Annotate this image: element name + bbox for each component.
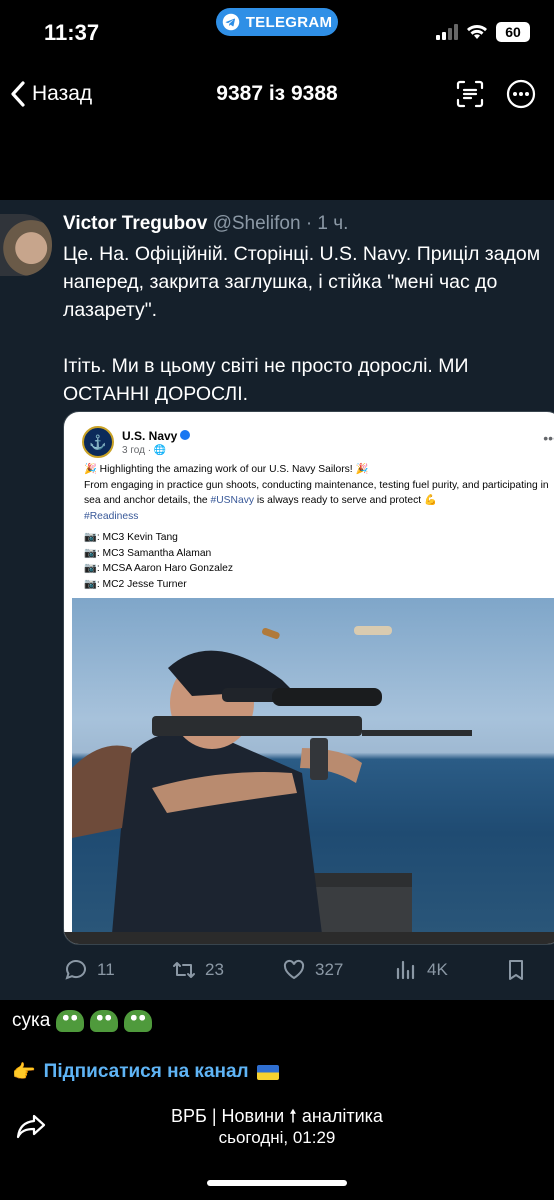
- fb-line: From engaging in practice gun shoots, co…: [84, 478, 554, 509]
- more-options-icon[interactable]: [505, 78, 537, 110]
- reply-button[interactable]: 11: [63, 957, 171, 983]
- bookmark-icon: [509, 960, 523, 980]
- tweet-age: 1 ч.: [317, 213, 349, 234]
- view-count: 4K: [427, 960, 448, 979]
- retweet-button[interactable]: 23: [171, 957, 281, 983]
- photo-illustration: [72, 626, 472, 934]
- media-viewer-header: Назад 9387 із 9388: [0, 62, 554, 128]
- status-time: 11:37: [44, 20, 100, 45]
- status-bar: 11:37 TELEGRAM 60: [0, 0, 554, 62]
- photo-strip: [64, 932, 554, 944]
- signal-icon: [436, 24, 458, 40]
- tweet-actions: 11 23 327 4K: [63, 952, 543, 988]
- text-recognition-icon[interactable]: [454, 78, 486, 110]
- photo-credit: 📷: MCSA Aaron Haro Gonzalez: [84, 563, 234, 574]
- like-count: 327: [315, 960, 344, 979]
- subscribe-link[interactable]: 👉 Підписатися на канал: [12, 1060, 279, 1084]
- frog-emoji-icon: [90, 1010, 119, 1032]
- fb-post-text: 🎉 Highlighting the amazing work of our U…: [84, 462, 554, 592]
- subscribe-label: Підписатися на канал: [43, 1061, 249, 1082]
- retweet-count: 23: [205, 960, 224, 979]
- media-footer: ВРБ | Новини 🠕 аналітика сьогодні, 01:29: [0, 1096, 554, 1176]
- author-handle: @Shelifon: [212, 213, 301, 234]
- frog-emoji-icon: [56, 1010, 85, 1032]
- tweet-author: Victor Tregubov @Shelifon · 1 ч.: [63, 213, 348, 235]
- post-date: сьогодні, 01:29: [218, 1128, 336, 1147]
- tweet-paragraph: Це. На. Офіційній. Сторінці. U.S. Navy. …: [63, 243, 541, 321]
- reply-count: 11: [97, 960, 115, 979]
- tweet-body: Це. На. Офіційній. Сторінці. U.S. Navy. …: [63, 240, 543, 436]
- home-indicator: [207, 1180, 347, 1186]
- views-button[interactable]: 4K: [393, 957, 503, 983]
- retweet-icon: [173, 962, 195, 978]
- fb-line: 🎉 Highlighting the amazing work of our U…: [84, 464, 369, 475]
- tweet-paragraph: Ітіть. Ми в цьому світі не просто доросл…: [63, 355, 469, 405]
- reply-icon: [65, 960, 86, 980]
- wifi-icon: [467, 25, 487, 39]
- verified-badge-icon: [180, 429, 191, 440]
- fb-text: is always ready to serve and protect 💪: [254, 495, 437, 506]
- analytics-icon: [396, 960, 415, 980]
- telegram-pill-label: TELEGRAM: [245, 13, 333, 31]
- frog-emoji-icon: [124, 1010, 153, 1032]
- heart-icon: [283, 959, 305, 980]
- like-button[interactable]: 327: [281, 957, 393, 983]
- fb-hashtag: #USNavy: [210, 495, 255, 506]
- sailor-firing-rifle-photo: [72, 598, 554, 934]
- fb-post-time: 3 год: [122, 444, 145, 456]
- battery-indicator: 60: [496, 22, 530, 42]
- embedded-facebook-post: ⚓ U.S. Navy 3 год · 🌐 ••• 🎉 Highlighting…: [63, 411, 554, 945]
- photo-credit: 📷: MC2 Jesse Turner: [84, 578, 187, 590]
- fb-hashtag: #Readiness: [84, 510, 139, 522]
- telegram-pill[interactable]: TELEGRAM: [216, 8, 338, 36]
- globe-icon: 🌐: [153, 444, 167, 456]
- photo-credit: 📷: MC3 Kevin Tang: [84, 532, 178, 543]
- photo-credit: 📷: MC3 Samantha Alaman: [84, 547, 212, 559]
- message-caption: сука: [12, 1010, 153, 1032]
- avatar: [0, 214, 52, 276]
- separator-dot: ·: [305, 213, 313, 234]
- fb-more-icon: •••: [543, 430, 554, 446]
- navy-logo-icon: ⚓: [82, 426, 114, 458]
- caption-text: сука: [12, 1010, 51, 1031]
- telegram-icon: [222, 13, 239, 31]
- tweet-screenshot[interactable]: Victor Tregubov @Shelifon · 1 ч. Це. На.…: [0, 200, 554, 1000]
- bookmark-button[interactable]: [503, 957, 529, 983]
- ukraine-flag-icon: [256, 1064, 279, 1080]
- author-name: Victor Tregubov: [63, 213, 208, 234]
- pointing-hand-icon: 👉: [12, 1062, 36, 1083]
- fb-page-name: U.S. Navy: [122, 428, 178, 443]
